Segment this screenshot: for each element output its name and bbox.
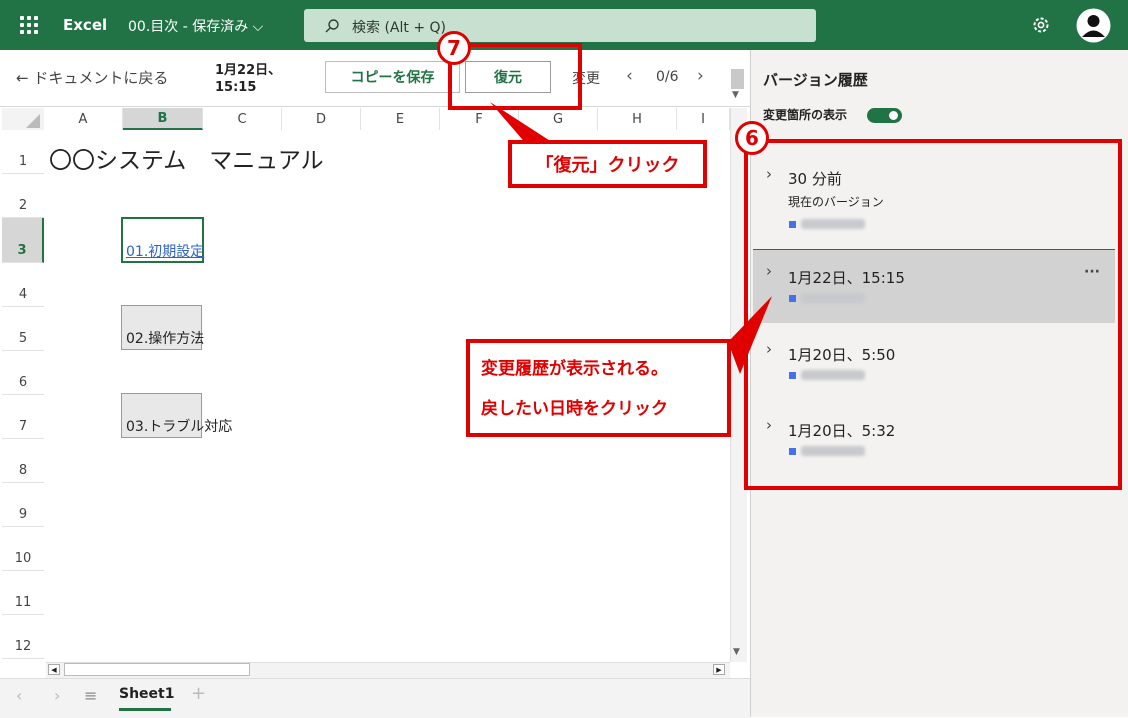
column-header-a[interactable]: A <box>44 108 123 130</box>
change-counter: 0/6 <box>656 69 679 85</box>
back-label: ドキュメントに戻る <box>33 69 169 87</box>
column-header-c[interactable]: C <box>203 108 282 130</box>
toggle-knob <box>889 111 898 120</box>
row-header-6[interactable]: 6 <box>2 351 44 395</box>
search-placeholder: 検索 (Alt + Q) <box>352 20 446 36</box>
chevron-down-icon: ⌵ <box>252 19 264 35</box>
annotation-step-7: 7 <box>437 31 471 65</box>
callout-restore: 「復元」クリック <box>508 140 707 188</box>
scroll-down-arrow-icon[interactable]: ▼ <box>732 90 739 100</box>
annotation-box-history <box>744 139 1122 490</box>
toc-item-operation[interactable]: 02.操作方法 <box>126 328 204 348</box>
callout-history-line2: 戻したい日時をクリック <box>481 399 668 419</box>
back-to-document-button[interactable]: ← ドキュメントに戻る <box>16 67 168 88</box>
select-all-corner[interactable] <box>2 108 44 130</box>
corner-triangle-icon <box>26 114 40 128</box>
save-copy-button[interactable]: コピーを保存 <box>325 61 460 93</box>
scroll-right-icon[interactable]: ▶ <box>713 664 725 675</box>
row-header-10[interactable]: 10 <box>2 527 44 571</box>
doc-title[interactable]: 00.目次 - 保存済み ⌵ <box>128 16 263 36</box>
row-header-5[interactable]: 5 <box>2 307 44 351</box>
search-box[interactable]: 検索 (Alt + Q) <box>304 9 816 42</box>
sheet-tab-sheet1[interactable]: Sheet1 <box>119 686 174 702</box>
toc-item-trouble[interactable]: 03.トラブル対応 <box>126 416 232 436</box>
search-icon <box>325 19 339 33</box>
panel-title: バージョン履歴 <box>763 71 868 89</box>
version-timestamp-line1: 1月22日、 <box>215 63 282 78</box>
toc-link-initial-settings[interactable]: 01.初期設定 <box>126 241 204 261</box>
row-header-7[interactable]: 7 <box>2 395 44 439</box>
column-header-b[interactable]: B <box>123 108 203 130</box>
callout-history: 変更履歴が表示される。 戻したい日時をクリック <box>466 339 731 437</box>
row-header-8[interactable]: 8 <box>2 439 44 483</box>
scroll-down-icon[interactable]: ▼ <box>733 647 740 657</box>
all-sheets-menu-icon[interactable]: ≡ <box>84 686 97 705</box>
horizontal-scrollbar-thumb[interactable] <box>64 663 250 676</box>
row-header-3[interactable]: 3 <box>2 218 44 263</box>
gear-icon[interactable] <box>1031 15 1051 35</box>
row-header-12[interactable]: 12 <box>2 615 44 659</box>
avatar-icon[interactable] <box>1076 8 1111 43</box>
row-header-2[interactable]: 2 <box>2 174 44 218</box>
row-header-11[interactable]: 11 <box>2 571 44 615</box>
show-changes-label: 変更箇所の表示 <box>763 108 848 122</box>
active-sheet-underline <box>119 708 171 711</box>
version-timestamp-line2: 15:15 <box>215 80 257 95</box>
version-toolbar: ← ドキュメントに戻る 1月22日、 15:15 コピーを保存 復元 変更 ‹ … <box>0 50 750 107</box>
prev-change-icon[interactable]: ‹ <box>626 66 633 86</box>
annotation-step-6: 6 <box>735 121 769 155</box>
prev-sheet-icon[interactable]: ‹ <box>16 686 22 705</box>
column-header-e[interactable]: E <box>361 108 440 130</box>
sheet-title-cell[interactable]: 〇〇システム マニュアル <box>49 141 324 175</box>
version-timestamp: 1月22日、 15:15 <box>215 62 281 96</box>
row-header-4[interactable]: 4 <box>2 263 44 307</box>
row-header-9[interactable]: 9 <box>2 483 44 527</box>
column-header-i[interactable]: I <box>677 108 730 130</box>
toolbar-scrollbar-thumb[interactable] <box>731 69 744 89</box>
add-sheet-icon[interactable]: + <box>191 683 206 704</box>
next-change-icon[interactable]: › <box>697 66 704 86</box>
next-sheet-icon[interactable]: › <box>54 686 60 705</box>
row-header-1[interactable]: 1 <box>2 130 44 174</box>
app-launcher-icon[interactable] <box>20 16 38 34</box>
callout-history-line1: 変更履歴が表示される。 <box>481 359 668 379</box>
scroll-left-icon[interactable]: ◀ <box>48 664 60 675</box>
column-header-h[interactable]: H <box>598 108 677 130</box>
sheet-tab-bar <box>0 678 750 718</box>
arrow-left-icon: ← <box>16 69 29 87</box>
show-changes-toggle[interactable] <box>867 108 902 123</box>
column-header-d[interactable]: D <box>282 108 361 130</box>
app-name: Excel <box>63 16 108 34</box>
doc-title-text: 00.目次 - 保存済み <box>128 19 249 35</box>
